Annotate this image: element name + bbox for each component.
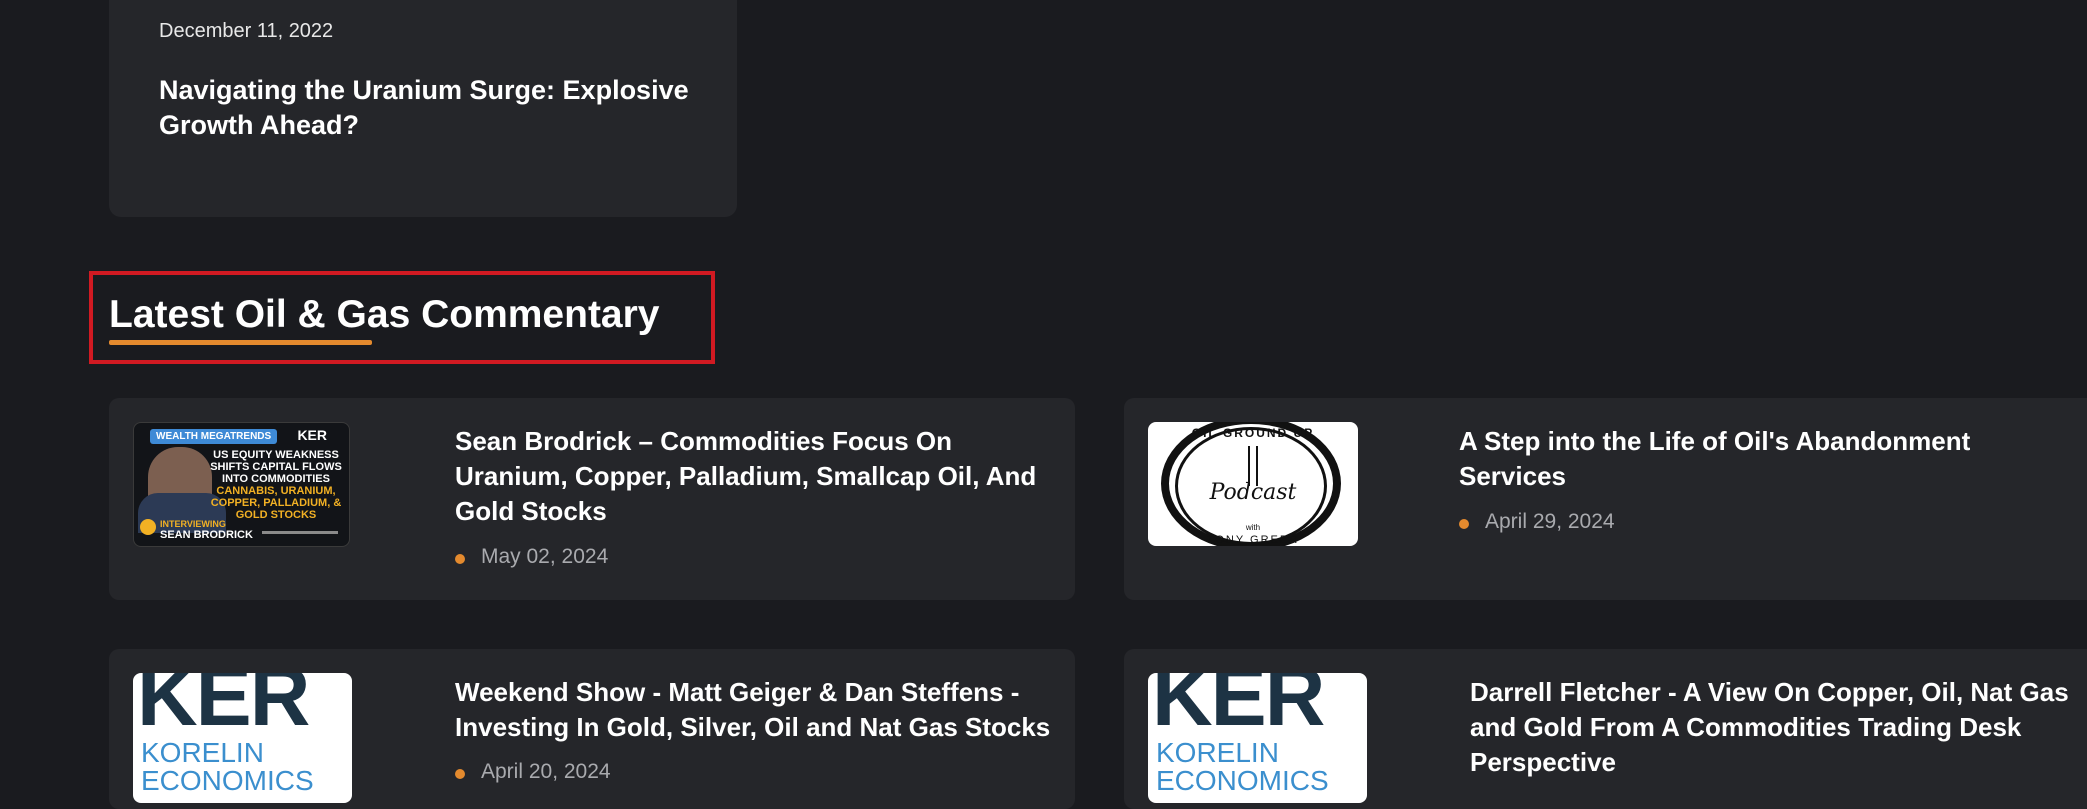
date-dot-icon [455,769,465,779]
article-thumbnail[interactable]: WEALTH MEGATRENDS KER US EQUITY WEAKNESS… [133,422,350,547]
korelin-logo-mark: KER [1152,673,1325,743]
section-title-underline [109,340,372,345]
article-date: April 29, 2024 [1485,510,1615,533]
article-thumbnail[interactable]: OIL GROUND UP Podcast with TONY GREER [1148,422,1358,546]
podcast-top-text: OIL GROUND UP [1191,426,1315,440]
thumbnail-subhead: CANNABIS, URANIUM, COPPER, PALLADIUM, & … [210,485,342,521]
thumbnail-brand: KER [297,427,327,443]
audio-wave-icon [262,531,338,534]
date-dot-icon [455,554,465,564]
article-title[interactable]: Sean Brodrick – Commodities Focus On Ura… [455,424,1055,529]
thumbnail-headline: US EQUITY WEAKNESS SHIFTS CAPITAL FLOWS … [210,449,342,485]
podcast-word: Podcast [1209,480,1297,505]
section-title: Latest Oil & Gas Commentary [109,293,660,336]
featured-article-title[interactable]: Navigating the Uranium Surge: Explosive … [159,73,699,143]
thumbnail-interviewing: INTERVIEWING [160,519,226,529]
article-title[interactable]: A Step into the Life of Oil's Abandonmen… [1459,424,2079,494]
badge-icon [140,519,156,535]
thumbnail-tag: WEALTH MEGATRENDS [150,429,278,444]
article-title[interactable]: Weekend Show - Matt Geiger & Dan Steffen… [455,675,1055,745]
article-date: May 02, 2024 [481,545,609,568]
podcast-with: with [1245,523,1261,532]
korelin-logo-mark: KER [137,673,310,743]
article-thumbnail[interactable]: KER KORELIN ECONOMICS [1148,673,1367,803]
korelin-logo-line1: KORELIN [141,737,264,768]
date-dot-icon [1459,519,1469,529]
podcast-host: TONY GREER [1206,534,1300,546]
featured-article-date: December 11, 2022 [159,20,334,42]
article-date: April 20, 2024 [481,760,611,783]
article-title[interactable]: Darrell Fletcher - A View On Copper, Oil… [1470,675,2070,780]
thumbnail-guest-name: SEAN BRODRICK [160,529,253,541]
article-thumbnail[interactable]: KER KORELIN ECONOMICS [133,673,352,803]
korelin-logo-line1: KORELIN [1156,737,1279,768]
